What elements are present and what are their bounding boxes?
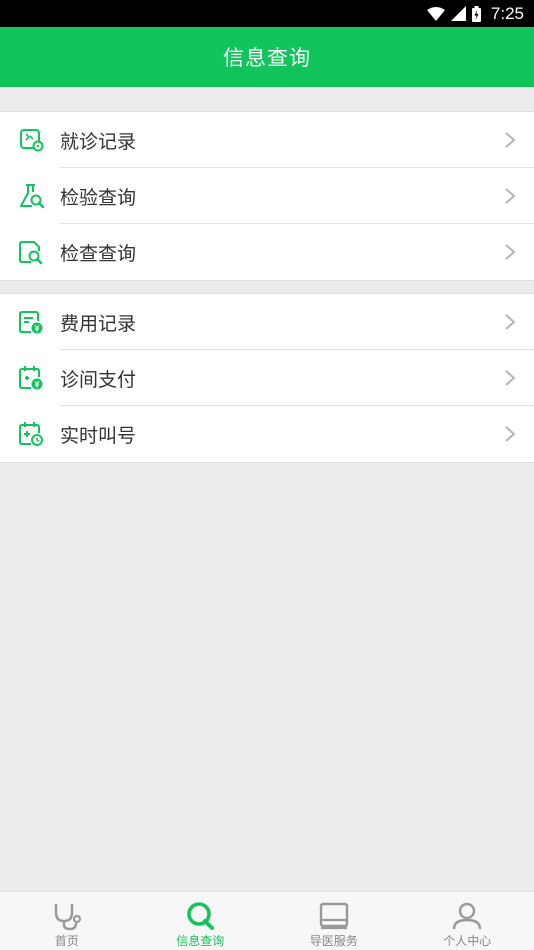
battery-icon — [471, 5, 481, 22]
menu-item-label: 就诊记录 — [60, 130, 137, 153]
guide-service-icon — [319, 902, 348, 930]
visit-record-icon — [20, 129, 44, 152]
tab-home[interactable]: 首页 — [0, 892, 134, 950]
cell-signal-icon — [450, 6, 466, 21]
menu-item-label: 诊间支付 — [60, 368, 137, 391]
menu-item-fee-record[interactable]: 费用记录 — [0, 294, 534, 350]
menu-group-services: 费用记录 诊间支付 实时叫号 — [0, 293, 534, 463]
realtime-queue-icon — [19, 422, 43, 446]
page-title: 信息查询 — [223, 46, 311, 70]
menu-item-label: 费用记录 — [60, 312, 137, 335]
tab-label: 首页 — [54, 934, 79, 948]
status-bar: 7:25 — [0, 0, 534, 27]
tab-profile[interactable]: 个人中心 — [401, 892, 534, 950]
tab-guide-service[interactable]: 导医服务 — [267, 892, 401, 950]
menu-group-records: 就诊记录 检验查询 检查查询 — [0, 111, 534, 281]
flask-search-icon — [20, 184, 45, 209]
person-icon — [453, 902, 482, 930]
menu-item-label: 检验查询 — [60, 186, 137, 209]
doc-search-icon — [19, 241, 43, 265]
tab-label: 个人中心 — [443, 934, 492, 948]
chevron-right-icon — [505, 188, 516, 204]
chevron-right-icon — [505, 370, 516, 386]
tab-label: 导医服务 — [309, 934, 358, 948]
menu-item-realtime-queue[interactable]: 实时叫号 — [0, 406, 534, 462]
status-time: 7:25 — [490, 3, 524, 23]
tab-info-query[interactable]: 信息查询 — [134, 892, 268, 950]
app-header: 信息查询 — [0, 27, 534, 87]
chevron-right-icon — [505, 244, 516, 260]
search-icon — [187, 902, 215, 930]
clinic-pay-icon — [19, 366, 43, 390]
bottom-tab-bar: 首页 信息查询 导医服务 个人中心 — [0, 891, 534, 950]
chevron-right-icon — [505, 314, 516, 330]
menu-item-lab-query[interactable]: 检验查询 — [0, 168, 534, 224]
menu-item-label: 实时叫号 — [60, 424, 137, 447]
fee-record-icon — [19, 311, 43, 334]
stethoscope-icon — [54, 904, 81, 931]
menu-item-clinic-pay[interactable]: 诊间支付 — [0, 350, 534, 406]
menu-item-visit-record[interactable]: 就诊记录 — [0, 112, 534, 168]
chevron-right-icon — [505, 426, 516, 442]
tab-label: 信息查询 — [176, 934, 225, 948]
menu-item-label: 检查查询 — [60, 242, 137, 265]
wifi-icon — [426, 6, 445, 21]
chevron-right-icon — [505, 132, 516, 148]
menu-item-exam-query[interactable]: 检查查询 — [0, 224, 534, 280]
